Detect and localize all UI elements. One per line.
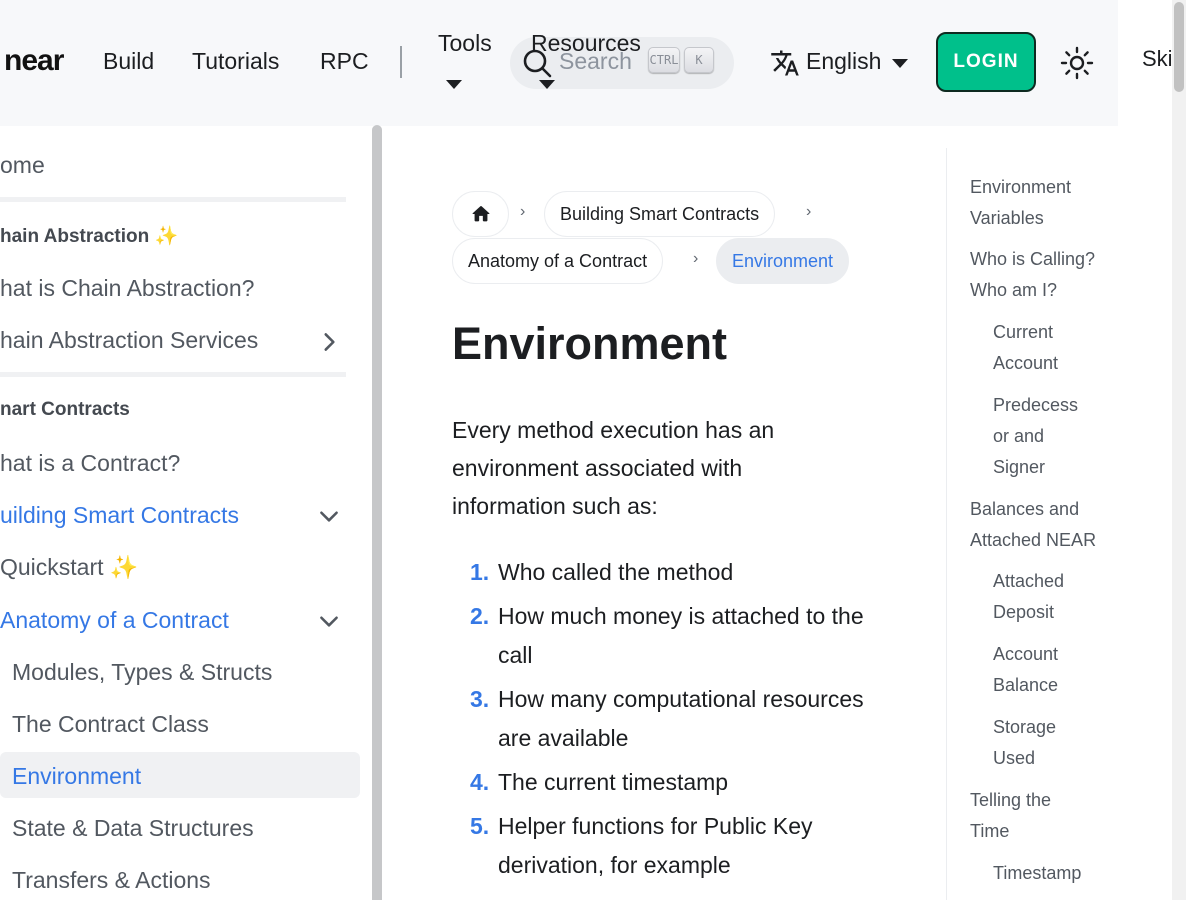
skip-to-content-link[interactable]: Skip to main content: [1142, 40, 1172, 78]
chevron-down-icon[interactable]: [316, 608, 342, 634]
toc-border: [946, 148, 947, 900]
breadcrumb-anatomy-of-a-contract[interactable]: Anatomy of a Contract: [452, 238, 664, 284]
chevron-right-icon[interactable]: [316, 329, 342, 355]
toc-who-is-calling[interactable]: Who is Calling? Who am I?: [970, 244, 1095, 306]
tools-label: Tools: [438, 30, 492, 56]
toc-storage-used[interactable]: Storage Used: [993, 712, 1056, 774]
breadcrumb-environment: Environment: [716, 238, 850, 284]
list-item: 1. Who called the method: [470, 559, 734, 585]
list-item: 5. Helper functions for Public Key deriva…: [470, 813, 813, 878]
list-item: 3. How many computational resources are a…: [470, 686, 864, 751]
nav-link-build[interactable]: Build: [103, 48, 154, 75]
resources-label: Resources: [531, 30, 641, 56]
sun-icon[interactable]: [1060, 46, 1094, 80]
sidebar-divider: [0, 197, 346, 202]
sidebar-item-chain-abstraction-services[interactable]: hain Abstraction Services: [0, 327, 258, 354]
kbd-ctrl: CTRL: [648, 47, 680, 73]
chevron-down-icon: [539, 80, 555, 89]
translate-icon: [771, 50, 799, 76]
sidebar-item-home[interactable]: ome: [0, 152, 45, 179]
page-title: Environment: [452, 318, 728, 369]
chevron-down-icon: [446, 80, 462, 89]
sidebar-item-contract-class[interactable]: The Contract Class: [12, 711, 209, 738]
navbar: near Build Tutorials RPC Tools Search CT…: [0, 0, 1118, 126]
breadcrumb-separator-icon: ›: [520, 203, 526, 220]
nav-link-tutorials[interactable]: Tutorials: [192, 48, 279, 75]
list-item: 4. The current timestamp: [470, 769, 729, 795]
sidebar-divider: [0, 372, 346, 377]
toc-current-account[interactable]: Current Account: [993, 317, 1058, 379]
sidebar-item-what-is-a-contract[interactable]: hat is a Contract?: [0, 450, 180, 477]
breadcrumb-separator-icon: ›: [693, 250, 699, 267]
toc-balances-attached-near[interactable]: Balances and Attached NEAR: [970, 494, 1096, 556]
sidebar-category-smart-contracts: nart Contracts: [0, 399, 130, 420]
nav-divider: [400, 46, 402, 78]
list-item: 2. How much money is attached to the call: [470, 603, 864, 668]
docs-sidebar: ome hain Abstraction ✨ hat is Chain Abst…: [0, 126, 372, 900]
intro-paragraph: Every method execution has an environmen…: [452, 417, 775, 519]
toc-predecessor-and-signer[interactable]: Predecess or and Signer: [993, 390, 1078, 483]
sidebar-item-modules-types-structs[interactable]: Modules, Types & Structs: [12, 659, 272, 686]
near-logo[interactable]: near: [4, 44, 64, 78]
sidebar-category-chain-abstraction: hain Abstraction ✨: [0, 226, 179, 247]
sidebar-item-state-data-structures[interactable]: State & Data Structures: [12, 815, 254, 842]
sidebar-item-quickstart[interactable]: Quickstart ✨: [0, 554, 139, 581]
chevron-down-icon[interactable]: [316, 503, 342, 529]
login-button[interactable]: LOGIN: [936, 32, 1036, 92]
toc-timestamp[interactable]: Timestamp: [993, 858, 1081, 889]
breadcrumb-building-smart-contracts[interactable]: Building Smart Contracts: [544, 191, 776, 237]
page-scrollbar[interactable]: [1172, 0, 1186, 900]
sidebar-item-environment[interactable]: Environment: [12, 763, 141, 790]
sidebar-item-building-smart-contracts[interactable]: uilding Smart Contracts: [0, 502, 239, 529]
toc-attached-deposit[interactable]: Attached Deposit: [993, 566, 1064, 628]
breadcrumb-separator-icon: ›: [806, 203, 812, 220]
sidebar-item-what-is-chain-abstraction[interactable]: hat is Chain Abstraction?: [0, 275, 254, 302]
toc-account-balance[interactable]: Account Balance: [993, 639, 1058, 701]
sidebar-item-transfers-actions[interactable]: Transfers & Actions: [12, 867, 211, 894]
toc-environment-variables[interactable]: Environment Variables: [970, 172, 1071, 234]
sidebar-item-anatomy-of-a-contract[interactable]: Anatomy of a Contract: [0, 607, 229, 634]
environment-info-list: 1. Who called the method 2. How much money…: [452, 553, 872, 890]
toc-telling-the-time[interactable]: Telling the Time: [970, 785, 1051, 847]
scrollbar-thumb[interactable]: [1174, 2, 1184, 92]
kbd-k: K: [684, 47, 714, 73]
breadcrumb-home[interactable]: [452, 191, 509, 237]
nav-link-rpc[interactable]: RPC: [320, 48, 369, 75]
chevron-down-icon: [892, 59, 908, 68]
sidebar-scrollbar[interactable]: [372, 125, 382, 900]
language-label: English: [806, 48, 882, 74]
home-icon: [472, 206, 489, 222]
